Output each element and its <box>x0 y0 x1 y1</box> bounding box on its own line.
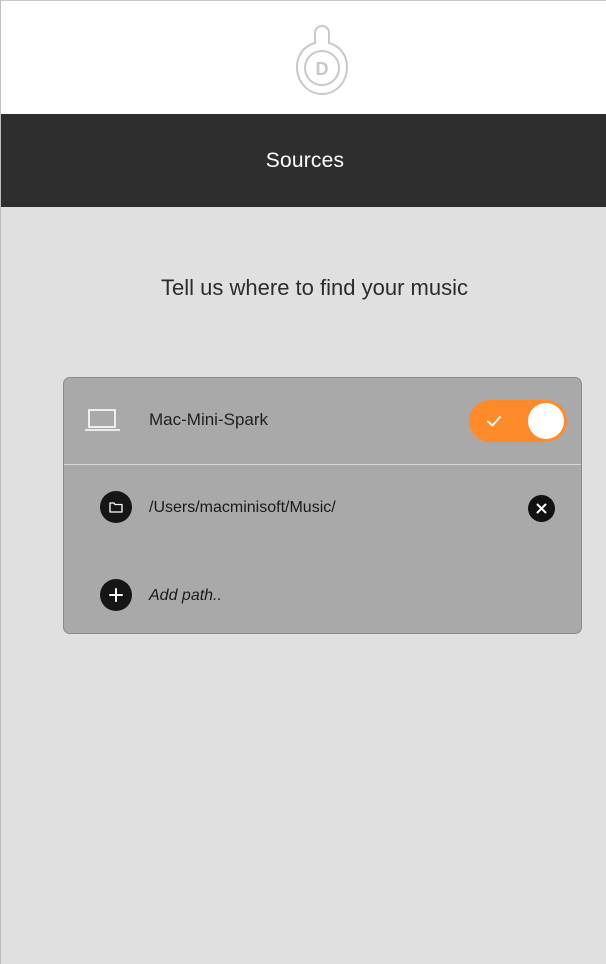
remove-path-button[interactable] <box>528 495 555 522</box>
brand-logo-icon: D <box>295 24 349 96</box>
close-icon <box>536 503 547 514</box>
source-card: Mac-Mini-Spark /Users/macminisoft/Music/ <box>63 377 582 634</box>
device-row: Mac-Mini-Spark <box>64 378 581 465</box>
title-bar: Sources <box>1 114 606 207</box>
add-badge <box>100 579 132 611</box>
plus-icon <box>109 588 123 602</box>
logo-letter: D <box>316 59 329 79</box>
add-path-button[interactable]: Add path.. <box>64 571 581 619</box>
path-row: /Users/macminisoft/Music/ <box>64 483 581 531</box>
page-title: Sources <box>265 148 345 172</box>
laptop-icon <box>85 409 120 431</box>
source-enabled-toggle[interactable] <box>469 400 567 442</box>
device-name: Mac-Mini-Spark <box>149 410 269 429</box>
add-path-label: Add path.. <box>149 587 222 604</box>
logo-bar: D <box>1 1 606 114</box>
path-text: /Users/macminisoft/Music/ <box>149 499 336 516</box>
folder-badge <box>100 491 132 523</box>
instruction-heading: Tell us where to find your music <box>161 275 468 300</box>
folder-icon <box>109 502 123 513</box>
checkmark-icon <box>487 416 501 427</box>
toggle-knob <box>528 403 564 439</box>
app-window: D Sources Tell us where to find your mus… <box>0 0 606 964</box>
